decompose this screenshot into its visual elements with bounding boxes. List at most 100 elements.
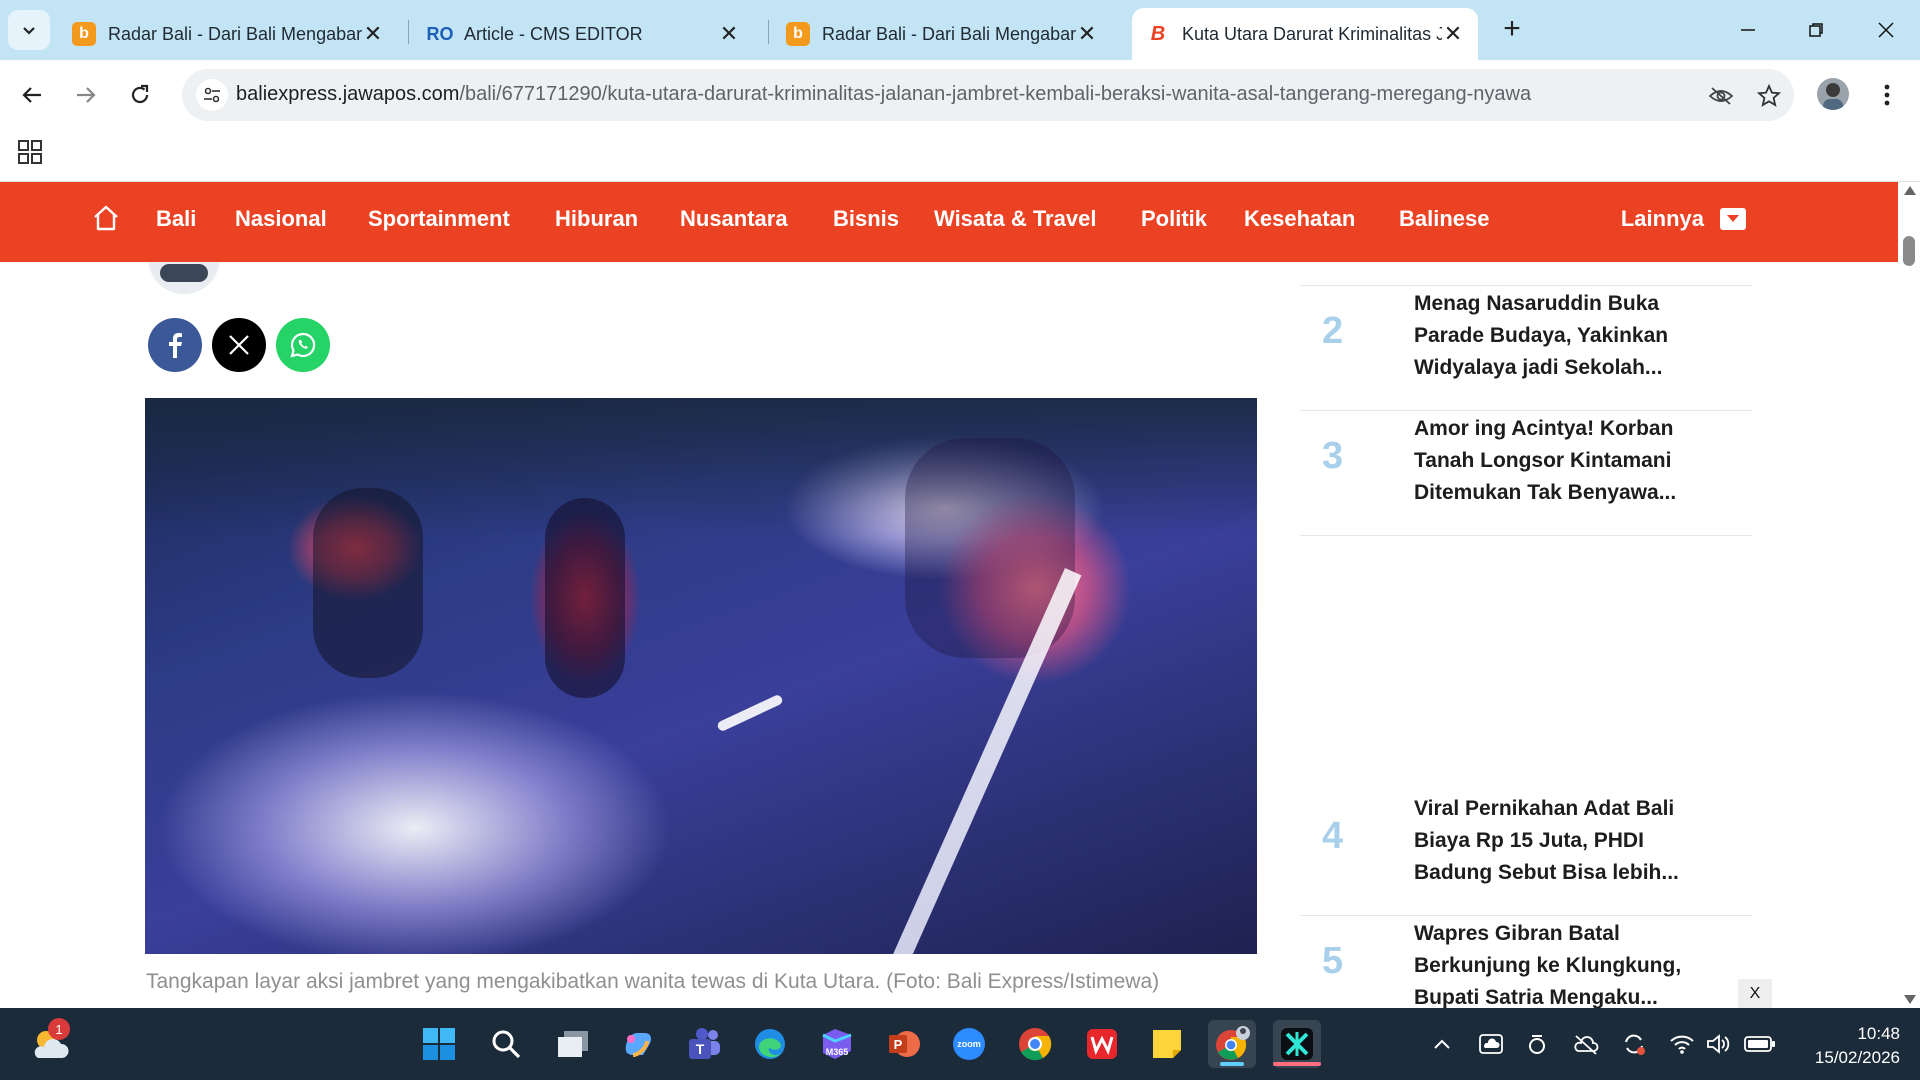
cloud-offline-tray[interactable]: [1572, 1030, 1600, 1058]
share-x-button[interactable]: [212, 318, 266, 372]
sidebar-divider: [1300, 410, 1752, 411]
start-button[interactable]: [415, 1020, 463, 1068]
main-navigation: Bali Nasional Sportainment Hiburan Nusan…: [0, 182, 1898, 262]
tab-search-button[interactable]: [8, 10, 50, 50]
reload-button[interactable]: [122, 77, 158, 113]
volume-tray[interactable]: [1704, 1030, 1732, 1058]
chrome-button[interactable]: [1011, 1020, 1059, 1068]
nav-item-nasional[interactable]: Nasional: [235, 206, 327, 232]
back-button[interactable]: [14, 77, 50, 113]
page-scrollbar[interactable]: [1898, 182, 1920, 1008]
address-bar[interactable]: baliexpress.jawapos.com/bali/677171290/k…: [182, 69, 1794, 121]
new-tab-button[interactable]: +: [1496, 14, 1528, 46]
m365-button[interactable]: M365: [813, 1020, 861, 1068]
powerpoint-button[interactable]: P: [880, 1020, 928, 1068]
copilot-button[interactable]: [614, 1020, 662, 1068]
wps-button[interactable]: [1078, 1020, 1126, 1068]
image-motorcycle-left: [313, 488, 423, 678]
close-ad-button[interactable]: X: [1738, 979, 1772, 1008]
weather-widget[interactable]: 1: [28, 1018, 72, 1066]
popular-headline[interactable]: Amor ing Acintya! Korban Tanah Longsor K…: [1414, 413, 1714, 509]
tab-radar-bali-1[interactable]: b Radar Bali - Dari Bali Mengabarkan ✕: [58, 8, 398, 60]
close-tab-icon[interactable]: ✕: [718, 21, 740, 46]
active-app-indicator: [1220, 1062, 1244, 1066]
share-whatsapp-button[interactable]: [276, 318, 330, 372]
edge-button[interactable]: [746, 1020, 794, 1068]
task-view-icon: [558, 1031, 588, 1057]
article-hero-image[interactable]: [145, 398, 1257, 954]
tracking-protection-button[interactable]: [1706, 81, 1736, 111]
teams-button[interactable]: T: [680, 1020, 728, 1068]
popular-item[interactable]: 5 Wapres Gibran Batal Berkunjung ke Klun…: [1300, 918, 1752, 1008]
nav-item-sportainment[interactable]: Sportainment: [368, 206, 510, 232]
chevron-down-icon: [23, 27, 35, 35]
close-tab-icon[interactable]: ✕: [1442, 21, 1464, 46]
m365-icon: M365: [822, 1029, 852, 1059]
nav-item-wisata-travel[interactable]: Wisata & Travel: [934, 206, 1096, 232]
web-page: Bali Nasional Sportainment Hiburan Nusan…: [0, 182, 1898, 1008]
popular-item[interactable]: 4 Viral Pernikahan Adat Bali Biaya Rp 15…: [1300, 793, 1752, 913]
scroll-thumb[interactable]: [1903, 236, 1915, 266]
tab-cms-editor[interactable]: RO Article - CMS EDITOR ✕: [414, 8, 754, 60]
scroll-down-icon[interactable]: [1904, 995, 1916, 1004]
system-clock[interactable]: 10:48 15/02/2026: [1770, 1022, 1900, 1070]
zoom-button[interactable]: zoom: [945, 1020, 993, 1068]
nav-item-bisnis[interactable]: Bisnis: [833, 206, 899, 232]
volume-icon: [1707, 1034, 1730, 1054]
close-window-button[interactable]: [1868, 12, 1904, 48]
svg-text:M365: M365: [826, 1047, 849, 1057]
apps-grid-button[interactable]: [16, 138, 44, 166]
image-motorcycle-center: [545, 498, 625, 698]
task-view-button[interactable]: [549, 1020, 597, 1068]
nav-item-hiburan[interactable]: Hiburan: [555, 206, 638, 232]
popular-item[interactable]: 3 Amor ing Acintya! Korban Tanah Longsor…: [1300, 413, 1752, 533]
popular-headline[interactable]: Viral Pernikahan Adat Bali Biaya Rp 15 J…: [1414, 793, 1714, 889]
browser-menu-button[interactable]: [1872, 78, 1902, 112]
chrome-profile-button[interactable]: [1208, 1020, 1256, 1068]
close-tab-icon[interactable]: ✕: [362, 21, 384, 46]
site-info-button[interactable]: [196, 79, 228, 111]
popular-rank: 3: [1322, 435, 1344, 477]
nav-more-dropdown[interactable]: Lainnya: [1621, 206, 1746, 232]
reload-icon: [131, 84, 149, 104]
forward-button[interactable]: [68, 77, 104, 113]
tab-separator: [408, 20, 409, 44]
tray-app[interactable]: [1523, 1030, 1551, 1058]
image-lane-marking: [716, 693, 784, 733]
close-tab-icon[interactable]: ✕: [1076, 21, 1098, 46]
nav-item-balinese[interactable]: Balinese: [1399, 206, 1490, 232]
cloud-sync-icon: [1479, 1034, 1503, 1054]
tab-kuta-utara-active[interactable]: B Kuta Utara Darurat Kriminalitas Jalana…: [1132, 8, 1478, 60]
whatsapp-icon: [290, 332, 316, 358]
image-treeline: [145, 398, 1257, 538]
tab-title: Article - CMS EDITOR: [464, 23, 643, 44]
nav-item-bali[interactable]: Bali: [156, 206, 196, 232]
popular-item[interactable]: 2 Menag Nasaruddin Buka Parade Budaya, Y…: [1300, 288, 1752, 408]
sticky-notes-button[interactable]: [1143, 1020, 1191, 1068]
popular-headline[interactable]: Wapres Gibran Batal Berkunjung ke Klungk…: [1414, 918, 1714, 1008]
wifi-tray[interactable]: [1668, 1030, 1696, 1058]
share-facebook-button[interactable]: [148, 318, 202, 372]
active-app-indicator: [1273, 1062, 1321, 1066]
capcut-button[interactable]: [1273, 1020, 1321, 1068]
restore-button[interactable]: [1798, 12, 1834, 48]
tab-separator: [768, 20, 769, 44]
restore-icon: [1809, 23, 1823, 37]
tab-radar-bali-2[interactable]: b Radar Bali - Dari Bali Mengabarkan ✕: [772, 8, 1112, 60]
scroll-up-icon[interactable]: [1904, 186, 1916, 195]
show-hidden-icons-button[interactable]: [1428, 1030, 1456, 1058]
sync-tray[interactable]: [1620, 1030, 1648, 1058]
facebook-icon: [169, 333, 182, 358]
popular-headline[interactable]: Menag Nasaruddin Buka Parade Budaya, Yak…: [1414, 288, 1714, 384]
cms-editor-favicon-icon: RO: [426, 23, 454, 44]
onedrive-tray[interactable]: [1477, 1030, 1505, 1058]
profile-avatar[interactable]: [1817, 78, 1849, 110]
home-link[interactable]: [92, 204, 120, 232]
nav-item-politik[interactable]: Politik: [1141, 206, 1207, 232]
taskbar-search-button[interactable]: [482, 1020, 530, 1068]
radar-bali-favicon-icon: b: [72, 22, 96, 46]
nav-item-kesehatan[interactable]: Kesehatan: [1244, 206, 1355, 232]
minimize-button[interactable]: [1730, 12, 1766, 48]
bookmark-star-button[interactable]: [1754, 81, 1784, 111]
nav-item-nusantara[interactable]: Nusantara: [680, 206, 788, 232]
